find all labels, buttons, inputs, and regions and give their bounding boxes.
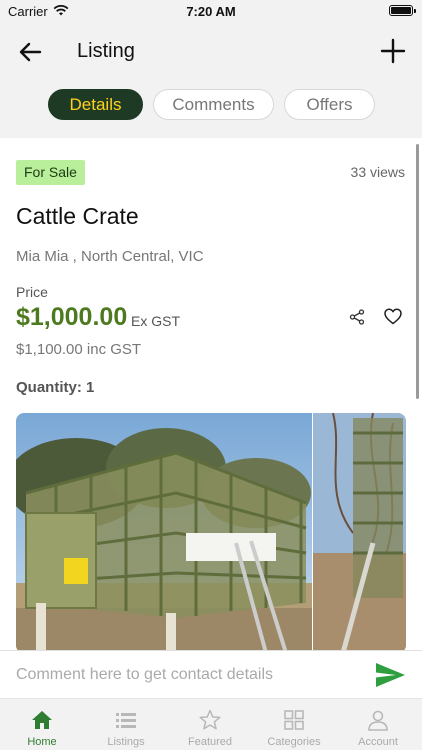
list-icon [116, 713, 136, 728]
app-header: Listing [0, 24, 422, 80]
price-suffix: Ex GST [131, 313, 181, 329]
photo-gallery[interactable] [16, 413, 406, 650]
listing-location: Mia Mia , North Central, VIC [16, 248, 204, 265]
clock: 7:20 AM [186, 4, 236, 19]
person-icon [368, 710, 388, 731]
comment-bar [0, 650, 422, 698]
listing-photo[interactable] [16, 413, 312, 650]
share-icon[interactable] [349, 309, 365, 325]
nav-featured-label: Featured [187, 736, 233, 748]
listing-screen: Carrier 7:20 AM Listing Details Comments… [0, 0, 422, 750]
grid-icon [284, 710, 304, 730]
view-count: 33 views [350, 164, 405, 180]
price-value: $1,000.00 [16, 303, 128, 331]
nav-account-label: Account [358, 736, 398, 748]
status-badge: For Sale [16, 160, 85, 185]
send-icon[interactable] [374, 661, 406, 689]
nav-listings-label: Listings [107, 736, 145, 748]
price-inc-gst: $1,100.00 inc GST [16, 341, 142, 358]
star-icon [199, 709, 221, 730]
add-icon[interactable] [378, 36, 408, 66]
comment-input[interactable] [16, 664, 346, 686]
status-bar: Carrier 7:20 AM [0, 0, 422, 24]
nav-account[interactable]: Account [336, 699, 420, 750]
page-title: Listing [77, 40, 135, 62]
nav-categories-label: Categories [267, 736, 321, 748]
tab-details[interactable]: Details [48, 89, 143, 120]
nav-featured[interactable]: Featured [168, 699, 252, 750]
nav-home-label: Home [27, 736, 57, 748]
listing-card: For Sale 33 views Cattle Crate Mia Mia ,… [0, 138, 422, 650]
nav-listings[interactable]: Listings [84, 699, 168, 750]
quantity: Quantity: 1 [16, 379, 95, 396]
nav-categories[interactable]: Categories [252, 699, 336, 750]
listing-photo-secondary[interactable] [313, 413, 406, 650]
tab-comments[interactable]: Comments [153, 89, 274, 120]
back-arrow-icon[interactable] [14, 38, 46, 66]
segment-tabs: Details Comments Offers [0, 89, 422, 121]
nav-home[interactable]: Home [0, 699, 84, 750]
scrollbar[interactable] [416, 144, 419, 399]
bottom-tab-bar: Home Listings Featured Categories Accoun… [0, 698, 422, 750]
battery-icon [389, 5, 416, 16]
heart-icon[interactable] [384, 308, 402, 325]
tab-offers[interactable]: Offers [284, 89, 375, 120]
home-icon [32, 711, 52, 729]
price-label: Price [16, 284, 48, 300]
listing-title: Cattle Crate [16, 203, 139, 229]
